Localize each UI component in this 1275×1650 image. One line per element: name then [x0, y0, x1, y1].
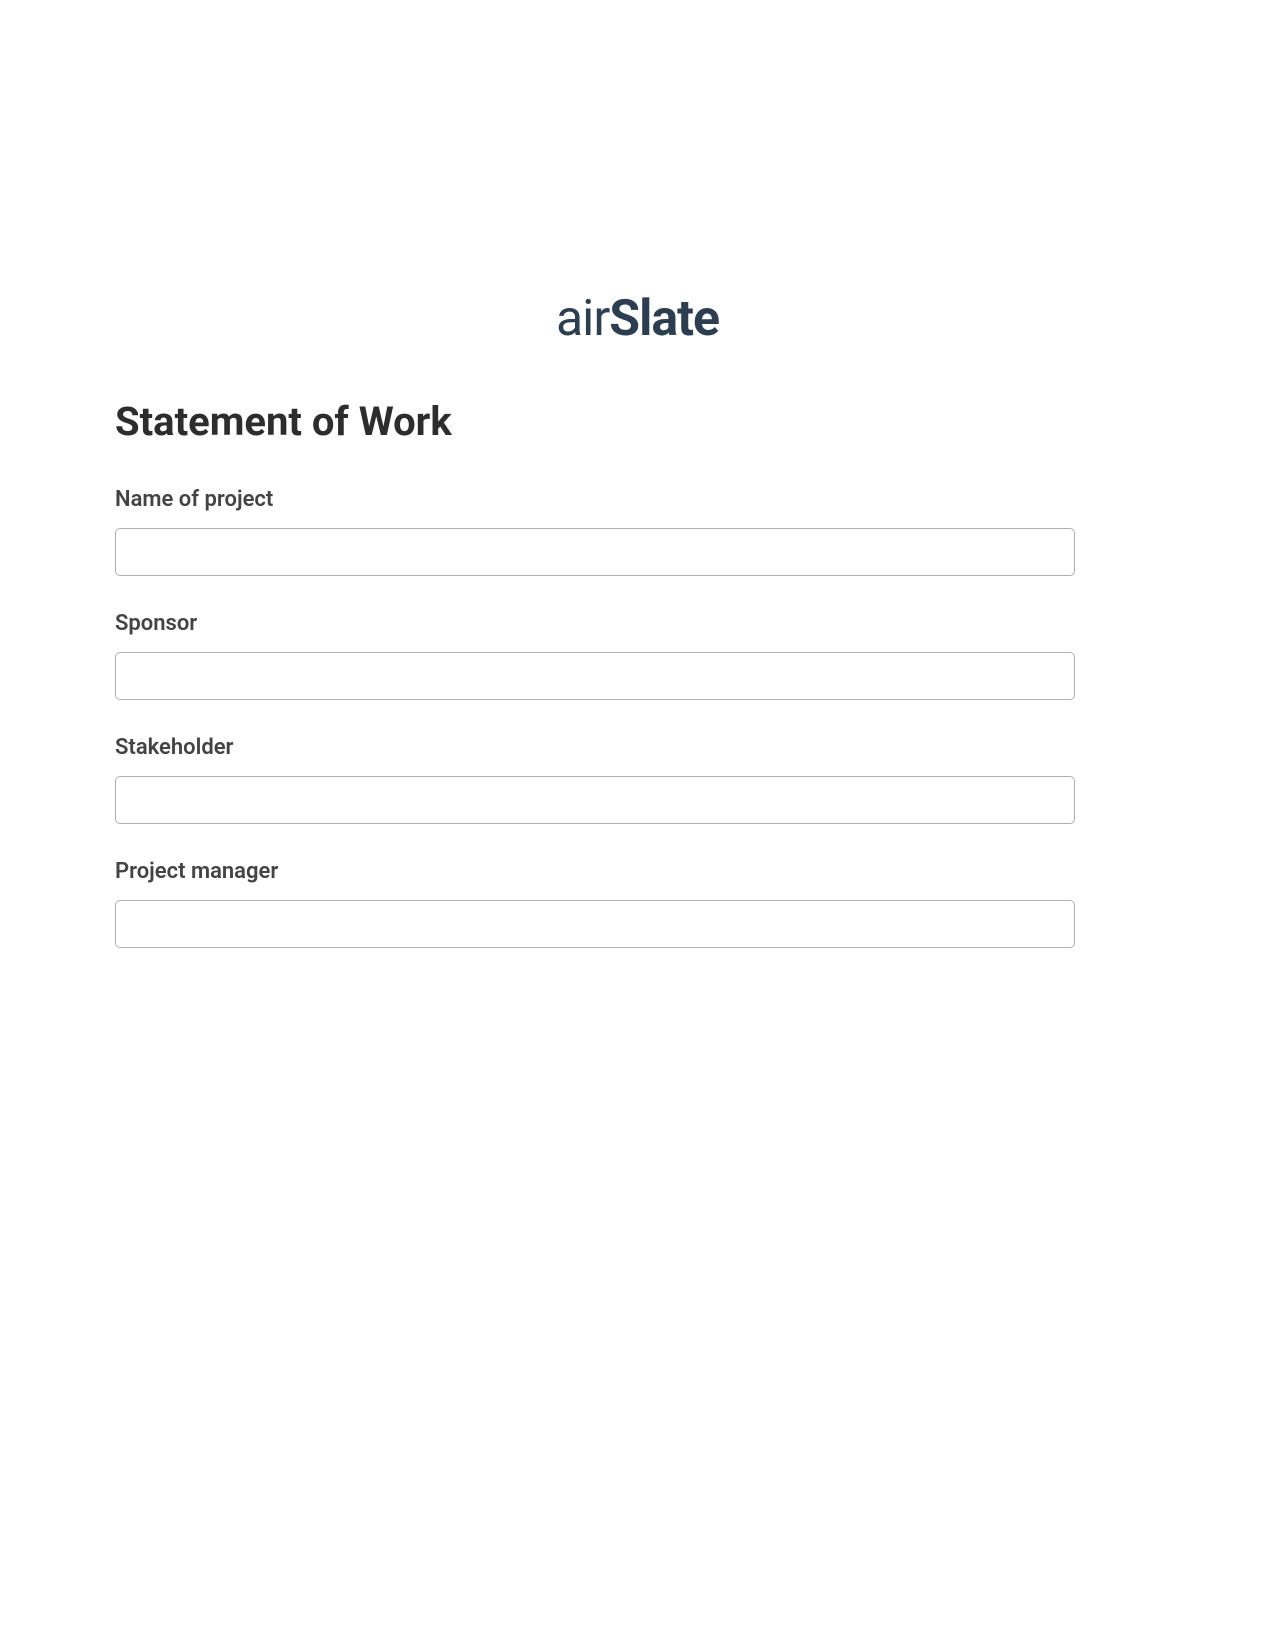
label-stakeholder: Stakeholder [115, 735, 1160, 760]
form-group-sponsor: Sponsor [115, 611, 1160, 700]
logo: airSlate [115, 290, 1160, 348]
logo-prefix: air [556, 290, 609, 348]
document-container: airSlate Statement of Work Name of proje… [0, 0, 1275, 948]
form-group-project-manager: Project manager [115, 859, 1160, 948]
label-sponsor: Sponsor [115, 611, 1160, 636]
input-stakeholder[interactable] [115, 776, 1075, 824]
label-project-name: Name of project [115, 487, 1160, 512]
form-group-stakeholder: Stakeholder [115, 735, 1160, 824]
input-project-manager[interactable] [115, 900, 1075, 948]
input-sponsor[interactable] [115, 652, 1075, 700]
logo-suffix: Slate [609, 290, 719, 348]
logo-text: airSlate [556, 290, 719, 348]
label-project-manager: Project manager [115, 859, 1160, 884]
form-group-project-name: Name of project [115, 487, 1160, 576]
input-project-name[interactable] [115, 528, 1075, 576]
page-title: Statement of Work [115, 398, 1160, 445]
